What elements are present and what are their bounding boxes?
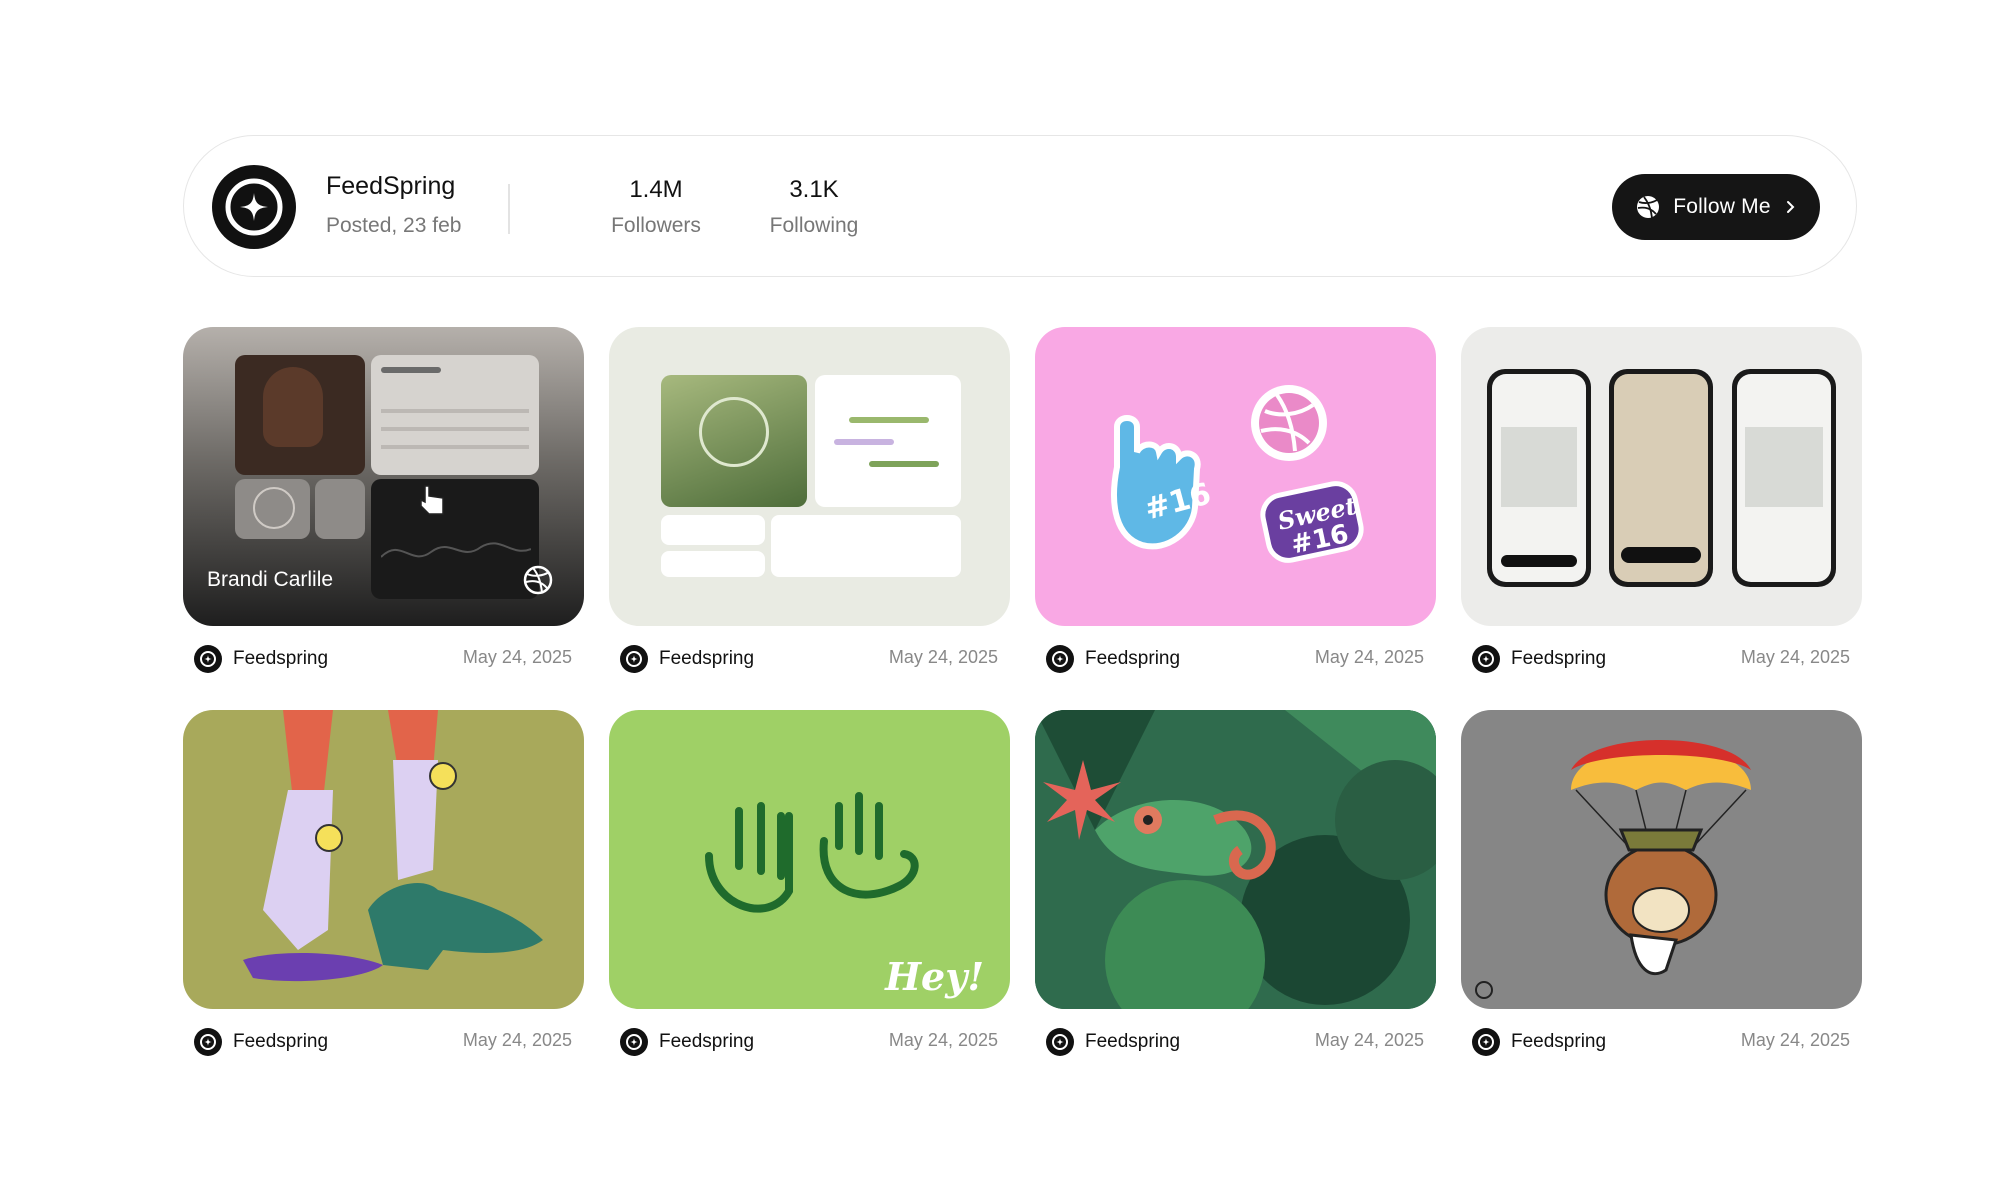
shot-card[interactable]: Brandi Carlile Feedspring May 24, 2025 — [183, 327, 584, 676]
following-label: Following — [769, 214, 859, 237]
author-avatar-icon[interactable] — [194, 645, 222, 673]
shot-date: May 24, 2025 — [1314, 1030, 1424, 1050]
waving-hands-logo-icon — [705, 792, 919, 913]
shot-card[interactable]: Feedspring May 24, 2025 — [609, 327, 1010, 676]
shot-author[interactable]: Feedspring — [1085, 1031, 1180, 1053]
author-avatar-icon[interactable] — [1472, 645, 1500, 673]
followers-count: 1.4M — [629, 176, 683, 203]
shot-date: May 24, 2025 — [888, 647, 998, 667]
following-stat[interactable]: 3.1K Following — [744, 176, 884, 238]
chevron-right-icon — [1786, 201, 1795, 213]
shot-thumbnail-stickers[interactable]: #16 Sweet #16 — [1035, 327, 1436, 626]
shot-author[interactable]: Feedspring — [1511, 648, 1606, 670]
shot-thumbnail-parachute-bulldog[interactable] — [1461, 710, 1862, 1009]
shot-meta: Feedspring May 24, 2025 — [1461, 642, 1862, 676]
profile-avatar[interactable] — [212, 165, 296, 249]
shot-thumbnail-mobile-screens[interactable] — [1461, 327, 1862, 626]
profile-name[interactable]: FeedSpring — [326, 172, 455, 201]
dribbble-ball-sticker-icon — [1251, 385, 1327, 461]
shot-meta: Feedspring May 24, 2025 — [183, 642, 584, 676]
shot-card[interactable]: Feedspring May 24, 2025 — [1461, 710, 1862, 1059]
shot-thumbnail-chameleon[interactable] — [1035, 710, 1436, 1009]
shot-meta: Feedspring May 24, 2025 — [183, 1025, 584, 1059]
shot-meta: Feedspring May 24, 2025 — [1035, 1025, 1436, 1059]
dribbble-icon — [1637, 196, 1660, 219]
pointer-hand-icon — [420, 485, 444, 515]
shot-date: May 24, 2025 — [1740, 1030, 1850, 1050]
shot-thumbnail-socks-illustration[interactable] — [183, 710, 584, 1009]
shot-meta: Feedspring May 24, 2025 — [1461, 1025, 1862, 1059]
shot-author[interactable]: Feedspring — [659, 1031, 754, 1053]
shot-date: May 24, 2025 — [462, 1030, 572, 1050]
followers-label: Followers — [611, 214, 701, 237]
hey-wordmark: Hey! — [885, 954, 984, 999]
shot-thumbnail-dashboard[interactable]: Brandi Carlile — [183, 327, 584, 626]
dribbble-icon[interactable] — [522, 564, 554, 596]
shot-meta: Feedspring May 24, 2025 — [609, 1025, 1010, 1059]
author-avatar-icon[interactable] — [1046, 645, 1074, 673]
following-count: 3.1K — [789, 176, 839, 203]
shot-date: May 24, 2025 — [462, 647, 572, 667]
author-avatar-icon[interactable] — [620, 1028, 648, 1056]
follow-me-button[interactable]: Follow Me — [1612, 174, 1820, 240]
shot-card[interactable]: Hey! Feedspring May 24, 2025 — [609, 710, 1010, 1059]
shot-card[interactable]: Feedspring May 24, 2025 — [1461, 327, 1862, 676]
feedspring-logo-icon — [225, 178, 283, 236]
author-avatar-icon[interactable] — [1046, 1028, 1074, 1056]
shot-card[interactable]: Feedspring May 24, 2025 — [183, 710, 584, 1059]
profile-posted-date: Posted, 23 feb — [326, 214, 462, 237]
foam-finger-sticker-icon: #16 — [1111, 415, 1215, 550]
author-avatar-icon[interactable] — [194, 1028, 222, 1056]
shot-thumbnail-time-tracker[interactable] — [609, 327, 1010, 626]
profile-card: FeedSpring Posted, 23 feb 1.4M Followers… — [183, 135, 1857, 277]
shot-card[interactable]: Feedspring May 24, 2025 — [1035, 710, 1436, 1059]
follow-me-label: Follow Me — [1673, 195, 1771, 218]
sweet-16-sticker-icon: Sweet #16 — [1260, 481, 1364, 563]
shot-date: May 24, 2025 — [888, 1030, 998, 1050]
shot-author[interactable]: Feedspring — [233, 1031, 328, 1053]
shot-author[interactable]: Feedspring — [1085, 648, 1180, 670]
shot-overlay-title: Brandi Carlile — [207, 568, 334, 591]
followers-stat[interactable]: 1.4M Followers — [586, 176, 726, 238]
shot-meta: Feedspring May 24, 2025 — [1035, 642, 1436, 676]
shot-author[interactable]: Feedspring — [233, 648, 328, 670]
author-avatar-icon[interactable] — [620, 645, 648, 673]
shot-meta: Feedspring May 24, 2025 — [609, 642, 1010, 676]
profile-divider — [508, 184, 510, 234]
author-avatar-icon[interactable] — [1472, 1028, 1500, 1056]
shot-thumbnail-hands-logo[interactable]: Hey! — [609, 710, 1010, 1009]
shot-card[interactable]: #16 Sweet #16 Feedspring May 24, 2025 — [1035, 327, 1436, 676]
shot-author[interactable]: Feedspring — [659, 648, 754, 670]
shot-author[interactable]: Feedspring — [1511, 1031, 1606, 1053]
shot-date: May 24, 2025 — [1740, 647, 1850, 667]
shot-date: May 24, 2025 — [1314, 647, 1424, 667]
